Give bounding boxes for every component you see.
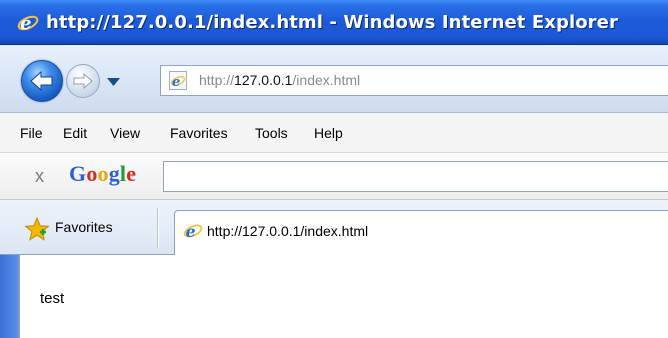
window-title: http://127.0.0.1/index.html - Windows In…	[46, 12, 618, 33]
tab-title: http://127.0.0.1/index.html	[207, 223, 369, 239]
menu-bar: File Edit View Favorites Tools Help	[0, 113, 668, 153]
menu-edit[interactable]: Edit	[63, 125, 87, 141]
page-content: test	[18, 255, 668, 338]
svg-text:e: e	[186, 222, 196, 241]
navigation-bar: e http://127.0.0.1/index.html	[0, 45, 668, 113]
google-logo-letter: G	[69, 161, 87, 186]
google-search-input[interactable]	[163, 161, 668, 192]
page-text: test	[40, 290, 65, 307]
window-frame	[0, 255, 18, 338]
url-host: 127.0.0.1	[234, 72, 293, 88]
back-button[interactable]	[21, 60, 63, 102]
forward-arrow-icon	[73, 72, 93, 90]
favorites-star-icon[interactable]	[24, 217, 50, 241]
svg-text:e: e	[20, 13, 31, 34]
favorites-bar: Favorites e http://127.0.0.1/index.html	[0, 200, 668, 255]
menu-favorites[interactable]: Favorites	[170, 125, 228, 141]
toolbar-divider	[157, 208, 158, 248]
back-arrow-icon	[30, 70, 53, 92]
ie-logo-icon: e	[17, 13, 39, 34]
ie-page-icon: e	[183, 222, 203, 241]
address-field[interactable]: e http://127.0.0.1/index.html	[160, 65, 668, 96]
google-logo-letter: e	[126, 161, 137, 186]
address-url: http://127.0.0.1/index.html	[199, 72, 360, 88]
google-logo-letter: o	[97, 161, 109, 186]
tab-index[interactable]: e http://127.0.0.1/index.html	[174, 210, 668, 255]
url-path: /index.html	[292, 72, 361, 88]
menu-tools[interactable]: Tools	[255, 125, 288, 141]
forward-button[interactable]	[66, 64, 100, 98]
menu-view[interactable]: View	[110, 125, 140, 141]
google-toolbar: x Google	[0, 153, 668, 200]
ie-page-icon: e	[169, 71, 187, 90]
google-logo-letter: g	[108, 161, 120, 186]
title-bar[interactable]: e http://127.0.0.1/index.html - Windows …	[0, 0, 668, 45]
url-scheme: http://	[199, 72, 235, 88]
menu-file[interactable]: File	[20, 125, 43, 141]
menu-help[interactable]: Help	[314, 125, 343, 141]
svg-text:e: e	[172, 75, 180, 90]
google-toolbar-close-button[interactable]: x	[35, 166, 44, 187]
google-logo[interactable]: Google	[69, 161, 136, 187]
chevron-down-icon[interactable]	[107, 78, 120, 86]
favorites-button[interactable]: Favorites	[55, 219, 113, 235]
google-logo-letter: o	[86, 161, 98, 186]
